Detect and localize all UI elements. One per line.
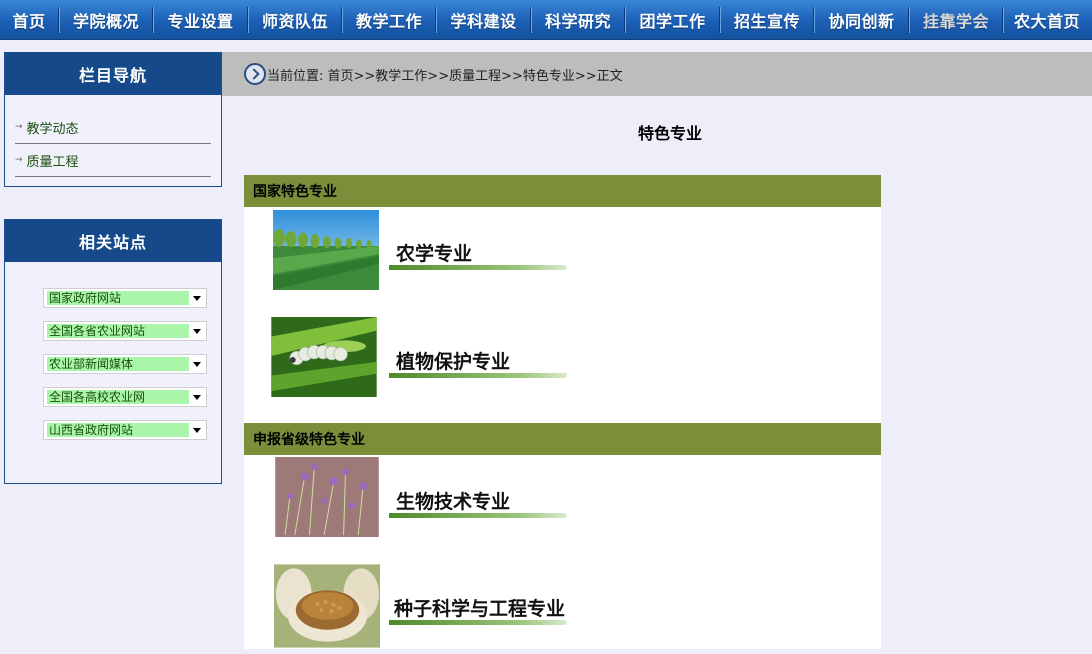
page-title: 特色专业: [637, 124, 702, 143]
chevron-right-circle-icon: [244, 63, 266, 85]
related-sites-panel: 相关站点 国家政府网站 全国各省农业网站 农业部新闻媒体 全国各高校农业网 山西…: [4, 219, 222, 484]
nav-innovation[interactable]: 协同创新: [815, 0, 908, 40]
major-item-agronomy[interactable]: 农学专业: [244, 207, 881, 317]
nav-discipline[interactable]: 学科建设: [437, 0, 530, 40]
major-underline: [389, 620, 567, 625]
sidebar-item-label: 教学动态: [26, 121, 79, 137]
section-heading-provincial: 申报省级特色专业: [244, 423, 881, 455]
select-value: 国家政府网站: [47, 291, 189, 305]
major-label: 植物保护专业: [396, 351, 511, 373]
select-value: 山西省政府网站: [47, 423, 189, 437]
major-underline: [389, 513, 567, 518]
agronomy-field-image: [273, 210, 379, 290]
nav-majors[interactable]: 专业设置: [154, 0, 247, 40]
major-item-seed-science[interactable]: 种子科学与工程专业: [244, 561, 881, 649]
nav-home[interactable]: 首页: [0, 0, 58, 40]
major-label: 种子科学与工程专业: [394, 598, 566, 620]
nav-youth-league[interactable]: 团学工作: [626, 0, 719, 40]
related-sites-list: 国家政府网站 全国各省农业网站 农业部新闻媒体 全国各高校农业网 山西省政府网站: [5, 262, 221, 440]
chevron-down-icon: [193, 395, 201, 400]
nav-university-home[interactable]: 农大首页: [1004, 0, 1090, 40]
site-select-shanxi-gov[interactable]: 山西省政府网站: [43, 420, 207, 440]
column-nav-list: → 教学动态 → 质量工程: [5, 95, 221, 177]
site-select-agri-media[interactable]: 农业部新闻媒体: [43, 354, 207, 374]
column-nav-title: 栏目导航: [5, 53, 221, 95]
site-select-provincial-agri[interactable]: 全国各省农业网站: [43, 321, 207, 341]
nav-admissions[interactable]: 招生宣传: [721, 0, 813, 40]
breadcrumb-text: 当前位置: 首页>>教学工作>>质量工程>>特色专业>>正文: [267, 68, 623, 84]
major-underline: [389, 265, 567, 270]
select-value: 全国各高校农业网: [47, 390, 189, 404]
chevron-down-icon: [193, 428, 201, 433]
seeds-in-hands-image: [274, 564, 380, 648]
chevron-down-icon: [193, 329, 201, 334]
major-label: 生物技术专业: [396, 491, 511, 513]
caterpillar-image: [271, 317, 377, 397]
nav-faculty[interactable]: 师资队伍: [249, 0, 341, 40]
nav-teaching[interactable]: 教学工作: [343, 0, 435, 40]
site-select-universities[interactable]: 全国各高校农业网: [43, 387, 207, 407]
sidebar-item-label: 质量工程: [26, 154, 79, 170]
top-nav: 首页 学院概况 专业设置 师资队伍 教学工作 学科建设 科学研究 团学工作 招生…: [0, 0, 1092, 40]
related-sites-title: 相关站点: [5, 220, 221, 262]
nav-research[interactable]: 科学研究: [532, 0, 624, 40]
section-heading-national: 国家特色专业: [244, 175, 881, 207]
arrow-right-icon: →: [15, 155, 23, 165]
biotech-seedlings-image: [275, 457, 379, 537]
major-label: 农学专业: [396, 243, 473, 265]
select-value: 农业部新闻媒体: [47, 357, 189, 371]
article-content: 国家特色专业 农学专业 植物保护专业 申报省级特色专业 生物技术专业 种子科学与…: [244, 175, 881, 649]
column-nav-panel: 栏目导航 → 教学动态 → 质量工程: [4, 52, 222, 187]
nav-affiliated-society[interactable]: 挂靠学会: [910, 0, 1002, 40]
arrow-right-icon: →: [15, 122, 23, 132]
sidebar-item-quality-project[interactable]: → 质量工程: [15, 144, 211, 177]
major-item-plant-protection[interactable]: 植物保护专业: [244, 317, 881, 423]
breadcrumb: 当前位置: 首页>>教学工作>>质量工程>>特色专业>>正文: [222, 52, 1092, 96]
sidebar-item-teaching-news[interactable]: → 教学动态: [15, 111, 211, 144]
select-value: 全国各省农业网站: [47, 324, 189, 338]
chevron-down-icon: [193, 362, 201, 367]
chevron-down-icon: [193, 296, 201, 301]
major-item-biotechnology[interactable]: 生物技术专业: [244, 455, 881, 561]
major-underline: [389, 373, 567, 378]
site-select-national-gov[interactable]: 国家政府网站: [43, 288, 207, 308]
nav-college-overview[interactable]: 学院概况: [60, 0, 152, 40]
